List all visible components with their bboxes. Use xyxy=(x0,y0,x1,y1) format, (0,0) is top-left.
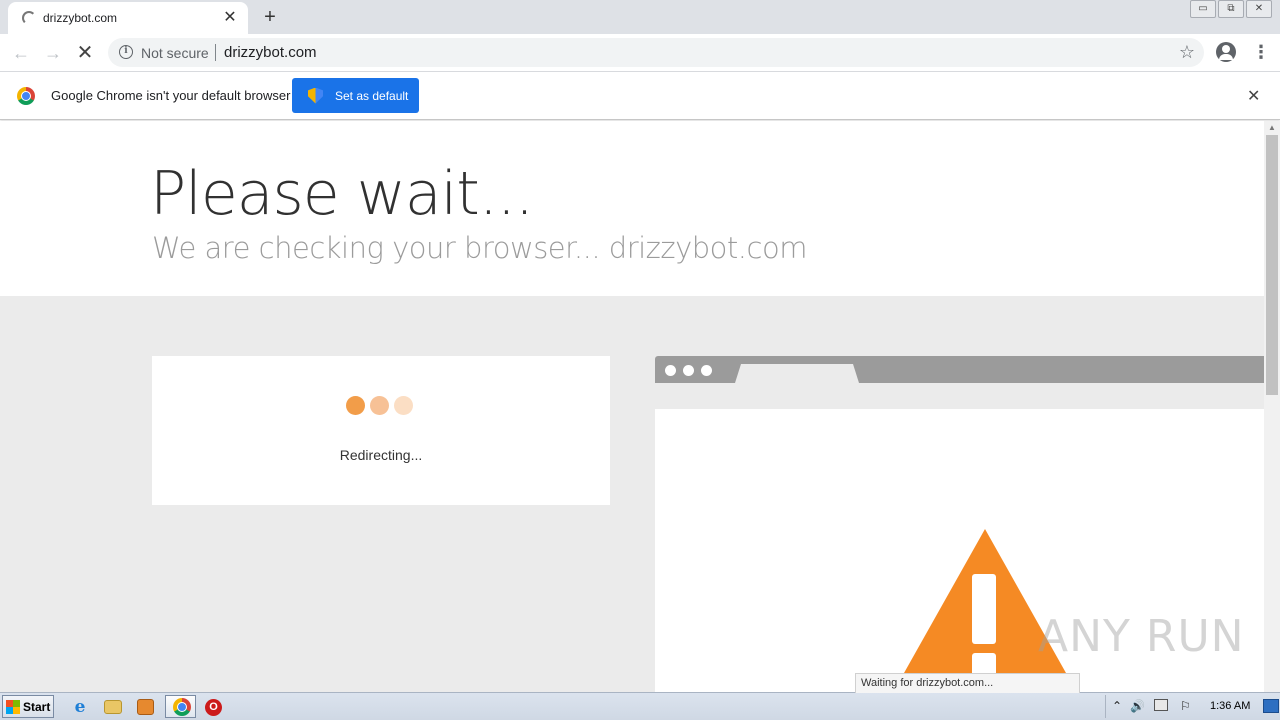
system-tray: ⌃ 🔊 ⚐ 1:36 AM xyxy=(1105,695,1280,718)
loading-dots-icon xyxy=(346,396,418,415)
chrome-taskbar-button[interactable] xyxy=(165,695,196,718)
minimize-button[interactable]: ▭ xyxy=(1190,0,1216,18)
internet-explorer-icon[interactable]: e xyxy=(70,697,90,717)
illustration-dot xyxy=(701,365,712,376)
opera-icon[interactable]: O xyxy=(205,699,222,716)
warning-exclamation-bar xyxy=(972,574,996,644)
tab-drizzybot[interactable]: drizzybot.com ✕ xyxy=(8,2,248,34)
back-arrow-icon[interactable]: ← xyxy=(8,40,34,66)
page-scrollbar[interactable]: ▲ xyxy=(1264,121,1280,692)
windows-logo-icon xyxy=(6,699,20,714)
tray-chevron-icon[interactable]: ⌃ xyxy=(1112,699,1122,713)
tab-strip: drizzybot.com ✕ + ▭ ⧉ ✕ xyxy=(0,0,1280,34)
illustration-dot xyxy=(665,365,676,376)
show-desktop-icon[interactable] xyxy=(1263,699,1279,713)
network-icon[interactable] xyxy=(1154,699,1168,711)
loading-dot xyxy=(394,396,413,415)
loading-spinner-icon xyxy=(22,11,36,25)
set-as-default-button[interactable]: Set as default xyxy=(292,78,419,113)
page-headline: Please wait... xyxy=(150,159,534,229)
windows-taskbar: Start e O ⌃ 🔊 ⚐ 1:36 AM xyxy=(0,692,1280,720)
security-label[interactable]: Not secure xyxy=(141,45,209,61)
page-subheadline: We are checking your browser... drizzybo… xyxy=(152,231,807,265)
illustration-title-bar xyxy=(655,356,1264,383)
start-button[interactable]: Start xyxy=(2,695,54,718)
clock[interactable]: 1:36 AM xyxy=(1210,700,1250,712)
scroll-up-arrow-icon[interactable]: ▲ xyxy=(1264,123,1280,133)
chrome-logo-icon xyxy=(17,87,35,105)
url-text[interactable]: drizzybot.com xyxy=(224,44,317,61)
scroll-thumb[interactable] xyxy=(1266,135,1278,395)
omnibox-divider xyxy=(215,44,216,61)
start-label: Start xyxy=(23,699,51,714)
page-content: Please wait... We are checking your brow… xyxy=(0,121,1264,692)
anyrun-watermark: ANY RUN xyxy=(1038,611,1245,662)
default-browser-infobar: Google Chrome isn't your default browser… xyxy=(0,72,1280,120)
redirect-card: Redirecting... xyxy=(152,356,610,505)
infobar-close-icon[interactable]: ✕ xyxy=(1247,86,1260,106)
bookmark-star-icon[interactable]: ☆ xyxy=(1179,42,1195,63)
tab-title: drizzybot.com xyxy=(43,11,118,25)
redirect-status: Redirecting... xyxy=(339,447,423,463)
info-icon[interactable]: i xyxy=(119,45,133,59)
media-player-icon[interactable] xyxy=(137,699,154,715)
address-bar[interactable]: i Not secure drizzybot.com ☆ xyxy=(108,38,1204,67)
loading-dot xyxy=(346,396,365,415)
close-window-button[interactable]: ✕ xyxy=(1246,0,1272,18)
tab-close-icon[interactable]: ✕ xyxy=(220,8,240,28)
forward-arrow-icon[interactable]: → xyxy=(40,40,66,66)
hero-section: Please wait... We are checking your brow… xyxy=(0,121,1264,296)
illustration-dot xyxy=(683,365,694,376)
illustration-tab xyxy=(735,364,859,383)
stop-loading-icon[interactable]: ✕ xyxy=(72,40,98,66)
infobar-message: Google Chrome isn't your default browser xyxy=(51,88,291,103)
new-tab-button[interactable]: + xyxy=(258,5,282,29)
status-bubble: Waiting for drizzybot.com... xyxy=(855,673,1080,693)
profile-avatar-icon[interactable] xyxy=(1216,42,1236,62)
browser-toolbar: ← → ✕ i Not secure drizzybot.com ☆ ⋮ xyxy=(0,34,1280,72)
loading-dot xyxy=(370,396,389,415)
menu-dots-icon[interactable]: ⋮ xyxy=(1252,42,1270,62)
uac-shield-icon xyxy=(308,87,323,104)
chrome-icon xyxy=(173,698,191,716)
window-controls: ▭ ⧉ ✕ xyxy=(1188,0,1272,18)
volume-icon[interactable]: 🔊 xyxy=(1130,699,1145,713)
set-as-default-label: Set as default xyxy=(335,88,409,103)
action-center-flag-icon[interactable]: ⚐ xyxy=(1180,699,1191,713)
file-explorer-icon[interactable] xyxy=(104,700,122,714)
restore-button[interactable]: ⧉ xyxy=(1218,0,1244,18)
